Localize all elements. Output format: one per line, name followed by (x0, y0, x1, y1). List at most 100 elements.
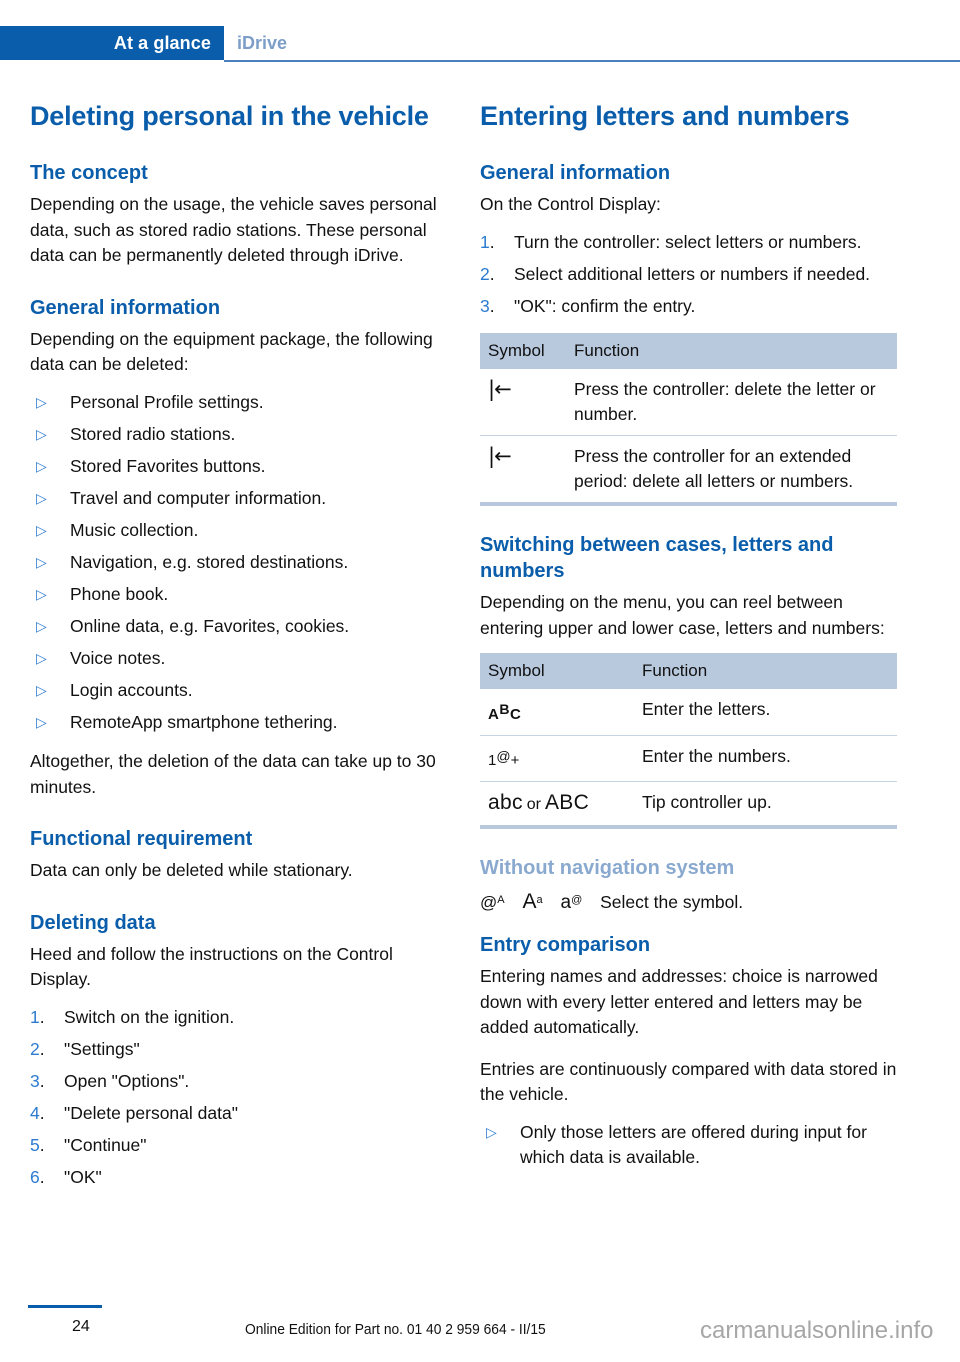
table-row: abc or ABC Tip controller up. (480, 781, 897, 827)
list-item-label: Phone book. (70, 583, 169, 604)
triangle-bullet-icon: ▷ (36, 553, 47, 570)
glyph-sup: a (536, 894, 543, 906)
running-header: At a glance iDrive (0, 26, 960, 62)
header-tab-idrive[interactable]: iDrive (237, 26, 287, 60)
step-label: Switch on the ignition. (64, 1006, 235, 1027)
step-label: "OK" (64, 1166, 102, 1187)
right-column: Entering letters and numbers General inf… (480, 100, 897, 1185)
numbers-icon: 1@+ (480, 735, 634, 782)
glyph-base: @ (480, 893, 498, 912)
paragraph-switching-cases: Depending on the menu, you can reel betw… (480, 592, 885, 638)
list-item: 2. "Settings" (30, 1037, 447, 1063)
glyph-part-a: A (488, 706, 500, 723)
backspace-icon: |← (480, 435, 566, 504)
list-item: ▷ Online data, e.g. Favorites, cookies. (30, 614, 447, 640)
glyph-part-conjunction: or (526, 796, 541, 813)
heading-general-information-right: General information (480, 162, 671, 184)
glyph-part-plus: + (510, 752, 520, 769)
list-item-label: Stored Favorites buttons. (70, 455, 266, 476)
delete-symbol-table: Symbol Function |← Press the controller:… (480, 333, 897, 506)
list-item-label: RemoteApp smartphone tethering. (70, 711, 338, 732)
step-number: 1. (480, 231, 495, 252)
table-row: 1@+ Enter the numbers. (480, 735, 897, 782)
step-number: 3. (30, 1070, 45, 1091)
list-item-label: Travel and computer information. (70, 487, 327, 508)
triangle-bullet-icon: ▷ (36, 425, 47, 442)
triangle-bullet-icon: ▷ (36, 489, 47, 506)
footer-divider (28, 1305, 102, 1308)
triangle-bullet-icon: ▷ (36, 521, 47, 538)
entry-comparison-list: ▷ Only those letters are offered during … (480, 1120, 897, 1171)
heading-general-information-left: General information (30, 296, 221, 319)
page-title-right: Entering letters and numbers (480, 101, 850, 131)
list-item: 6. "OK" (30, 1165, 447, 1191)
list-item: ▷ Phone book. (30, 582, 447, 608)
step-label: "Delete personal data" (64, 1102, 238, 1123)
page-number: 24 (72, 1318, 90, 1335)
list-item: ▷ Music collection. (30, 518, 447, 544)
glyph-part-b: B (499, 701, 510, 717)
step-number: 5. (30, 1134, 45, 1155)
left-column: Deleting personal in the vehicle The con… (30, 100, 447, 1204)
entering-steps: 1. Turn the controller: select letters o… (480, 230, 897, 320)
header-tab-at-a-glance[interactable]: At a glance (0, 26, 224, 60)
table-cell-function: Tip controller up. (634, 781, 897, 827)
list-item-label: Login accounts. (70, 679, 193, 700)
glyph-base: a (560, 892, 572, 913)
step-label: "Settings" (64, 1038, 140, 1059)
heading-functional-requirement: Functional requirement (30, 828, 253, 850)
table-row: |← Press the controller for an extended … (480, 435, 897, 504)
glyph-part-at: @ (496, 748, 511, 764)
step-number: 3. (480, 295, 495, 316)
cases-symbol-table: Symbol Function ABC Enter the letters. 1… (480, 653, 897, 829)
list-item: 3. "OK": confirm the entry. (480, 294, 897, 320)
list-item-label: Stored radio stations. (70, 423, 236, 444)
table-cell-function: Press the controller: delete the letter … (574, 379, 876, 424)
glyph-base: A (522, 890, 537, 913)
paragraph-deleting-data: Heed and follow the instructions on the … (30, 943, 393, 990)
list-item: 1. Turn the controller: select letters o… (480, 230, 897, 256)
glyph-sup: @ (571, 894, 583, 906)
list-item: ▷ RemoteApp smartphone tethering. (30, 710, 447, 736)
paragraph-entry-comparison-1: Entering names and addresses: choice is … (480, 966, 878, 1037)
heading-entry-comparison: Entry comparison (480, 934, 651, 956)
step-number: 4. (30, 1102, 45, 1123)
glyph-part-lowercase: abc (488, 791, 523, 814)
triangle-bullet-icon: ▷ (36, 393, 47, 410)
triangle-bullet-icon: ▷ (36, 681, 47, 698)
list-item-label: Online data, e.g. Favorites, cookies. (70, 615, 350, 636)
table-cell-function: Enter the numbers. (634, 735, 897, 782)
list-item-label: Only those letters are offered during in… (520, 1121, 867, 1168)
list-item: ▷ Navigation, e.g. stored destinations. (30, 550, 447, 576)
step-label: "OK": confirm the entry. (514, 295, 696, 316)
paragraph-functional-requirement: Data can only be deleted while stationar… (30, 860, 353, 880)
header-divider (224, 60, 960, 62)
paragraph-general-information-left: Depending on the equipment package, the … (30, 328, 433, 375)
list-item: ▷ Stored radio stations. (30, 422, 447, 448)
heading-deleting-data: Deleting data (30, 911, 156, 934)
step-label: Open "Options". (64, 1070, 190, 1091)
list-item: ▷ Personal Profile settings. (30, 390, 447, 416)
table-cell-function: Enter the letters. (642, 699, 771, 719)
glyph-part-c: C (509, 706, 522, 723)
list-item: 5. "Continue" (30, 1133, 447, 1159)
page-title-left: Deleting personal in the vehicle (30, 101, 429, 131)
glyph-sup: A (497, 894, 505, 906)
list-item-label: Personal Profile settings. (70, 391, 264, 412)
glyph-part-uppercase: ABC (545, 791, 590, 814)
column-header-function: Function (634, 653, 897, 689)
list-item-label: Navigation, e.g. stored destinations. (70, 551, 349, 572)
list-item: ▷ Travel and computer information. (30, 486, 447, 512)
step-label: Turn the controller: select letters or n… (514, 231, 862, 252)
paragraph-the-concept: Depending on the usage, the vehicle save… (30, 194, 437, 265)
table-row: |← Press the controller: delete the lett… (480, 369, 897, 436)
triangle-bullet-icon: ▷ (36, 617, 47, 634)
triangle-bullet-icon: ▷ (36, 457, 47, 474)
heading-without-navigation-system: Without navigation system (480, 857, 735, 879)
case-toggle-icon: abc or ABC (480, 781, 634, 827)
watermark: carmanualsonline.info (700, 1317, 934, 1344)
paragraph-deletion-duration: Altogether, the deletion of the data can… (30, 751, 436, 797)
heading-the-concept: The concept (30, 162, 148, 184)
step-number: 6. (30, 1166, 45, 1187)
triangle-bullet-icon: ▷ (36, 585, 47, 602)
